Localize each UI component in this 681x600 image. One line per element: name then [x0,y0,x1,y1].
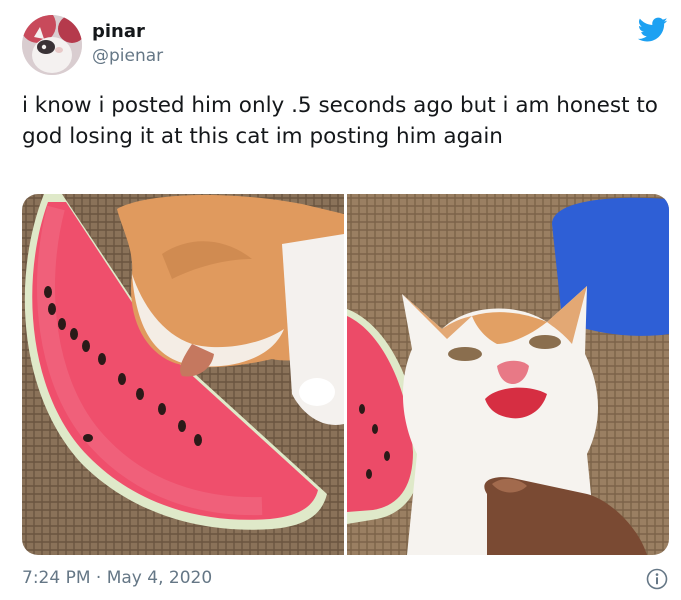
user-handle[interactable]: @pienar [92,46,163,66]
display-name[interactable]: pinar [92,21,145,42]
tweet-time: 7:24 PM [22,568,91,588]
cat-eating-watermelon-photo[interactable] [22,194,344,555]
tweet-timestamp[interactable]: 7:24 PM · May 4, 2020 [22,568,212,588]
avatar[interactable] [22,15,82,75]
timestamp-separator: · [90,568,107,588]
tweet-date: May 4, 2020 [106,568,213,588]
cat-with-watermelon-face-photo[interactable] [347,194,669,555]
twitter-bird-icon[interactable] [638,16,668,44]
cat-avatar-icon [22,15,82,75]
tweet-text: i know i posted him only .5 seconds ago … [22,93,658,149]
tweet-media [22,194,669,555]
tweet-card: pinar @pienar i know i posted him only .… [0,0,681,600]
info-icon[interactable] [646,568,668,590]
